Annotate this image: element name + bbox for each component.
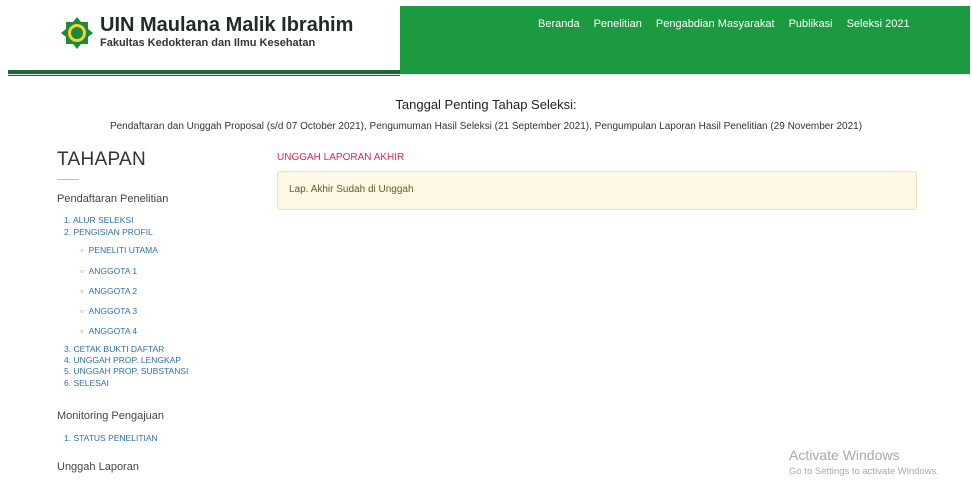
nav-beranda[interactable]: Beranda — [538, 18, 580, 30]
brand-area: UIN Maulana Malik Ibrahim Fakultas Kedok… — [8, 6, 400, 70]
university-logo-icon[interactable] — [60, 16, 94, 50]
dates-text: Pendaftaran dan Unggah Proposal (s/d 07 … — [109, 121, 863, 132]
profile-anggota-2[interactable]: ANGGOTA 2 — [80, 286, 138, 296]
brand-subtitle: Fakultas Kedokteran dan Ilmu Kesehatan — [100, 37, 316, 49]
step-unggah-prop-substansi[interactable]: 5. UNGGAH PROP. SUBSTANSI — [64, 366, 188, 376]
profile-anggota-3[interactable]: ANGGOTA 3 — [80, 306, 138, 316]
brand-title[interactable]: UIN Maulana Malik Ibrahim — [100, 14, 353, 37]
section-monitoring-pengajuan: Monitoring Pengajuan — [57, 410, 165, 422]
section-pendaftaran-penelitian: Pendaftaran Penelitian — [57, 193, 169, 205]
activation-watermark-title: Activate Windows — [789, 447, 900, 463]
nav-publikasi[interactable]: Publikasi — [789, 18, 833, 30]
nav-seleksi-2021[interactable]: Seleksi 2021 — [847, 18, 910, 30]
dates-title: Tanggal Penting Tahap Seleksi: — [395, 97, 577, 112]
step-cetak-bukti-daftar[interactable]: 3. CETAK BUKTI DAFTAR — [64, 344, 164, 354]
page-heading: UNGGAH LAPORAN AKHIR — [277, 152, 405, 163]
nav-pengabdian-masyarakat[interactable]: Pengabdian Masyarakat — [656, 18, 775, 30]
top-nav: Beranda Penelitian Pengabdian Masyarakat… — [538, 18, 910, 30]
profile-peneliti-utama[interactable]: PENELITI UTAMA — [80, 245, 158, 255]
step-alur-seleksi[interactable]: 1. ALUR SELEKSI — [64, 215, 133, 225]
step-pengisian-profil[interactable]: 2. PENGISIAN PROFIL — [64, 227, 153, 237]
step-selesai[interactable]: 6. SELESAI — [64, 378, 109, 388]
header-divider — [8, 74, 970, 75]
sidebar-title: TAHAPAN — [57, 149, 147, 170]
activation-watermark-subtitle: Go to Settings to activate Windows. — [789, 466, 939, 477]
sidebar-title-rule — [57, 179, 79, 180]
status-alert: Lap. Akhir Sudah di Unggah — [277, 171, 917, 210]
header-accent-stripe — [8, 70, 400, 76]
profile-anggota-1[interactable]: ANGGOTA 1 — [80, 266, 138, 276]
site-header: UIN Maulana Malik Ibrahim Fakultas Kedok… — [8, 6, 970, 76]
alert-message: Lap. Akhir Sudah di Unggah — [289, 184, 414, 195]
monitoring-status-penelitian[interactable]: 1. STATUS PENELITIAN — [64, 433, 158, 443]
step-unggah-prop-lengkap[interactable]: 4. UNGGAH PROP. LENGKAP — [64, 355, 181, 365]
section-unggah-laporan: Unggah Laporan — [57, 461, 139, 473]
nav-penelitian[interactable]: Penelitian — [594, 18, 642, 30]
profile-anggota-4[interactable]: ANGGOTA 4 — [80, 326, 138, 336]
